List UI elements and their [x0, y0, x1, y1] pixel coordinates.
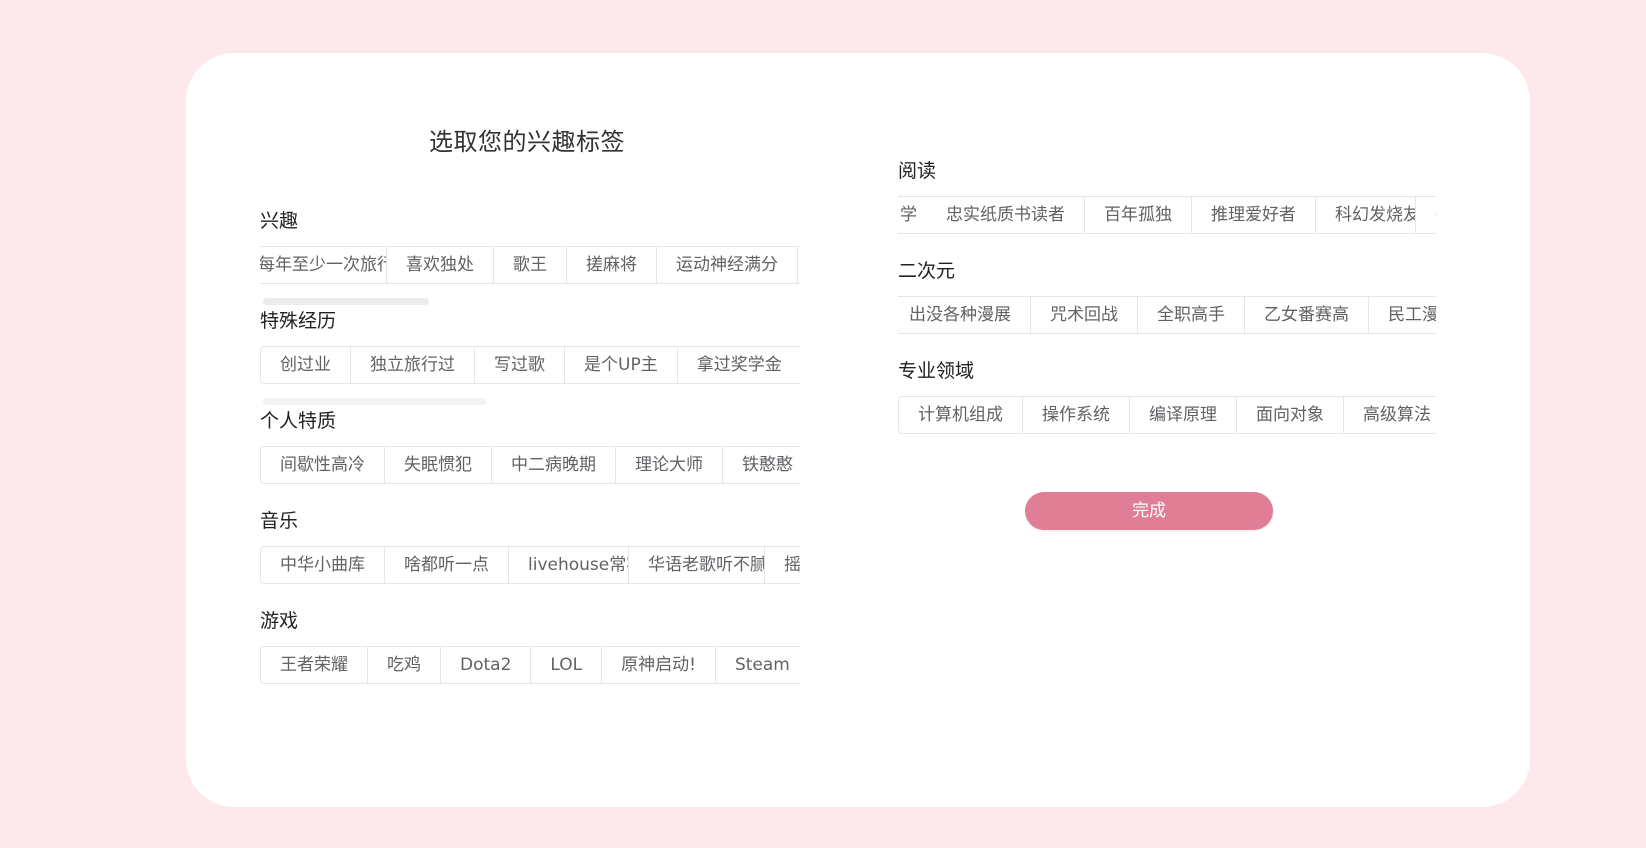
tag-item[interactable]: 中华小曲库: [261, 547, 385, 583]
tag-item[interactable]: 忠实纸质书读者: [927, 197, 1085, 233]
tag-item[interactable]: 啥都听一点: [385, 547, 509, 583]
tag-item[interactable]: LOL: [531, 647, 603, 683]
tag-item[interactable]: 独立旅行过: [351, 347, 475, 383]
tag-item[interactable]: 原神启动!: [602, 647, 716, 683]
tag-item[interactable]: 间歇性高冷: [261, 447, 385, 483]
tag-item[interactable]: 每天: [1416, 197, 1436, 233]
tag-item[interactable]: 运动神经满分: [657, 247, 798, 283]
tag-strip-special-experience[interactable]: 创过业 独立旅行过 写过歌 是个UP主 拿过奖学金: [260, 346, 800, 384]
section-title-special-experience: 特殊经历: [260, 310, 337, 332]
tag-item[interactable]: 写过歌: [475, 347, 565, 383]
tag-item[interactable]: livehouse常客: [509, 547, 629, 583]
tag-item[interactable]: 中二病晚期: [492, 447, 616, 483]
tag-item[interactable]: 屌丝: [798, 247, 800, 283]
section-title-music: 音乐: [260, 510, 299, 532]
page-title: 选取您的兴趣标签: [429, 128, 625, 156]
tag-item[interactable]: Dota2: [441, 647, 532, 683]
tag-item[interactable]: 理论大师: [616, 447, 723, 483]
tag-strip-music[interactable]: 中华小曲库 啥都听一点 livehouse常客 华语老歌听不腻 摇滚: [260, 546, 800, 584]
tag-item[interactable]: 拿过奖学金: [678, 347, 800, 383]
tag-item[interactable]: 百年孤独: [1085, 197, 1192, 233]
tag-strip-anime[interactable]: 出没各种漫展 咒术回战 全职高手 乙女番赛高 民工漫: [898, 296, 1436, 334]
tag-item[interactable]: 摇滚: [765, 547, 800, 583]
tag-item[interactable]: 面向对象: [1237, 397, 1344, 433]
tag-strip-interests[interactable]: 每年至少一次旅行 喜欢独处 歌王 搓麻将 运动神经满分 屌丝: [260, 246, 800, 284]
tag-item[interactable]: 乙女番赛高: [1245, 297, 1369, 333]
tag-item[interactable]: 科幻发烧友: [1316, 197, 1416, 233]
tag-item[interactable]: 咒术回战: [1031, 297, 1138, 333]
tag-item[interactable]: Steam: [716, 647, 800, 683]
tag-strip-personal-traits[interactable]: 间歇性高冷 失眠惯犯 中二病晚期 理论大师 铁憨憨: [260, 446, 800, 484]
tag-item[interactable]: 出没各种漫展: [898, 297, 1031, 333]
tag-item[interactable]: 是个UP主: [565, 347, 678, 383]
tag-item[interactable]: 民工漫: [1369, 297, 1436, 333]
section-title-anime: 二次元: [898, 260, 956, 282]
tag-item[interactable]: 高级算法: [1344, 397, 1436, 433]
section-title-reading: 阅读: [898, 160, 937, 182]
section-title-interests: 兴趣: [260, 210, 299, 232]
tag-item[interactable]: 华语老歌听不腻: [629, 547, 765, 583]
tag-item[interactable]: 铁憨憨: [723, 447, 800, 483]
tag-item[interactable]: 失眠惯犯: [385, 447, 492, 483]
scrollbar-thumb[interactable]: [263, 298, 429, 305]
tag-item[interactable]: 每年至少一次旅行: [260, 247, 387, 283]
tag-item[interactable]: 学: [898, 197, 927, 233]
section-title-personal-traits: 个人特质: [260, 410, 337, 432]
tag-item[interactable]: 搓麻将: [567, 247, 657, 283]
tag-strip-games[interactable]: 王者荣耀 吃鸡 Dota2 LOL 原神启动! Steam: [260, 646, 800, 684]
tag-item[interactable]: 创过业: [261, 347, 351, 383]
section-title-professional-field: 专业领域: [898, 360, 975, 382]
tag-strip-reading[interactable]: 学 忠实纸质书读者 百年孤独 推理爱好者 科幻发烧友 每天: [898, 196, 1436, 234]
tag-item[interactable]: 全职高手: [1138, 297, 1245, 333]
tag-item[interactable]: 推理爱好者: [1192, 197, 1316, 233]
tag-item[interactable]: 歌王: [494, 247, 567, 283]
done-button[interactable]: 完成: [1025, 492, 1273, 530]
tag-item[interactable]: 王者荣耀: [261, 647, 368, 683]
tag-strip-professional-field[interactable]: 计算机组成 操作系统 编译原理 面向对象 高级算法: [898, 396, 1436, 434]
tag-item[interactable]: 吃鸡: [368, 647, 441, 683]
tag-item[interactable]: 计算机组成: [899, 397, 1023, 433]
tag-item[interactable]: 操作系统: [1023, 397, 1130, 433]
scrollbar-thumb[interactable]: [263, 398, 487, 405]
section-title-games: 游戏: [260, 610, 299, 632]
tag-item[interactable]: 编译原理: [1130, 397, 1237, 433]
tag-item[interactable]: 喜欢独处: [387, 247, 494, 283]
